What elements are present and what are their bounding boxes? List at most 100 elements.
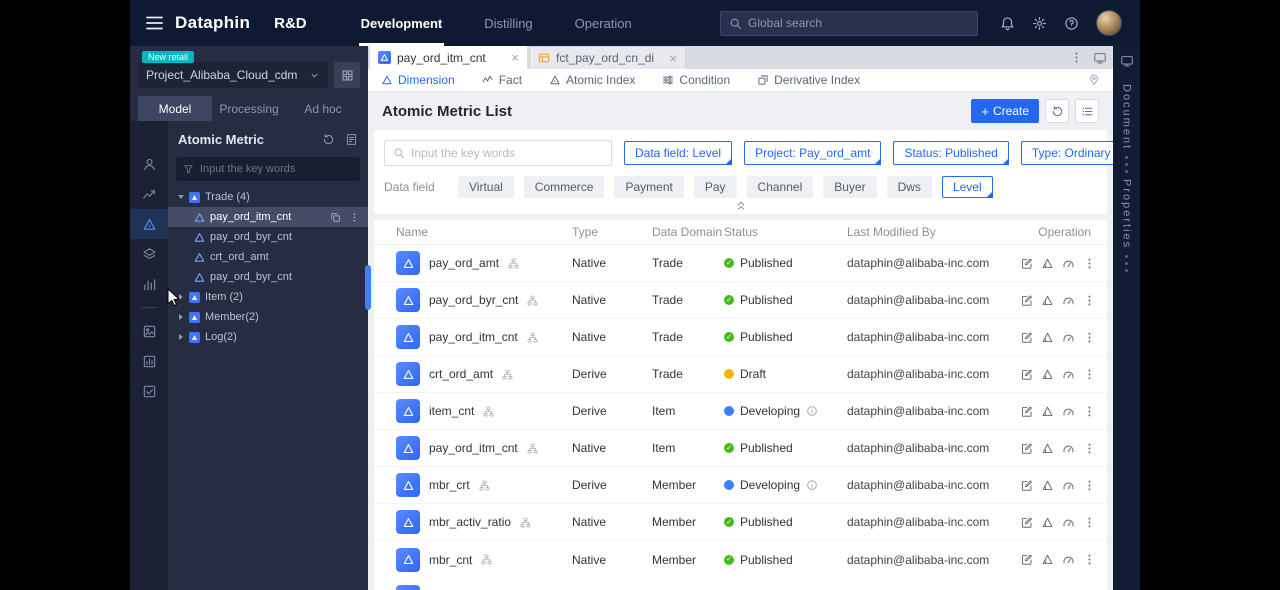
global-search[interactable] [720, 11, 978, 36]
pin-icon[interactable] [1088, 74, 1100, 86]
filter-chip[interactable]: Type: Ordinary dimension [1021, 141, 1113, 165]
doc-list-icon[interactable] [345, 133, 358, 146]
help-icon[interactable] [1064, 16, 1079, 31]
project-grid-button[interactable] [334, 62, 360, 88]
edit-icon[interactable] [1020, 331, 1033, 344]
bar-chart-icon[interactable] [130, 269, 168, 299]
metric-name[interactable]: pay_ord_amt [429, 256, 499, 270]
filter-chip[interactable]: Status: Published [893, 141, 1008, 165]
tree-search-input[interactable] [200, 163, 353, 175]
tree-item[interactable]: pay_ord_byr_cnt [168, 267, 368, 287]
caret-icon[interactable] [178, 195, 184, 199]
field-option[interactable]: Pay [694, 176, 737, 198]
caret-icon[interactable] [179, 334, 183, 340]
user-icon[interactable] [130, 149, 168, 179]
metric-detail-icon[interactable] [1041, 294, 1054, 307]
edit-icon[interactable] [1020, 516, 1033, 529]
table-row[interactable]: item_cnt Derive Item Developing dataphin… [374, 393, 1107, 430]
collapse-filters-control[interactable] [384, 198, 1097, 214]
panel-resize-handle[interactable] [365, 265, 371, 310]
right-tab-properties[interactable]: Properties [1121, 179, 1133, 249]
list-search-input[interactable] [411, 146, 603, 160]
nav-operation[interactable]: Operation [575, 0, 632, 46]
gauge-icon[interactable] [1062, 442, 1075, 455]
metric-name[interactable]: pay_ord_itm_cnt [429, 441, 518, 455]
subtab-condition[interactable]: Condition [662, 73, 730, 87]
project-selector[interactable]: Project_Alibaba_Cloud_cdm [138, 62, 328, 88]
tree-item[interactable]: pay_ord_byr_cnt [168, 227, 368, 247]
edit-icon[interactable] [1020, 405, 1033, 418]
metric-detail-icon[interactable] [1041, 405, 1054, 418]
metric-detail-icon[interactable] [1041, 479, 1054, 492]
more-icon[interactable] [1083, 516, 1096, 529]
atomic-metric-module-icon[interactable] [130, 209, 168, 239]
image-doc-icon[interactable] [130, 316, 168, 346]
refresh-icon[interactable] [322, 133, 335, 146]
field-option[interactable]: Dws [887, 176, 932, 198]
menu-icon[interactable] [146, 16, 163, 30]
monitor-icon[interactable] [1120, 54, 1134, 68]
copy-icon[interactable] [330, 212, 341, 223]
gauge-icon[interactable] [1062, 479, 1075, 492]
list-search[interactable] [384, 140, 612, 166]
gauge-icon[interactable] [1062, 368, 1075, 381]
gear-icon[interactable] [1032, 16, 1047, 31]
avatar[interactable] [1096, 10, 1122, 36]
field-option[interactable]: Level [942, 176, 993, 198]
tree-group[interactable]: Log(2) [168, 327, 368, 347]
table-row[interactable]: mbr_cnt Native Member Published dataphin… [374, 541, 1107, 578]
gauge-icon[interactable] [1062, 553, 1075, 566]
gauge-icon[interactable] [1062, 294, 1075, 307]
table-row[interactable]: pay_ord_itm_cnt Native Trade Published d… [374, 319, 1107, 356]
nav-development[interactable]: Development [361, 0, 443, 46]
metric-name[interactable]: crt_ord_amt [429, 367, 493, 381]
tree-group[interactable]: Member(2) [168, 307, 368, 327]
more-icon[interactable] [1083, 368, 1096, 381]
gauge-icon[interactable] [1062, 516, 1075, 529]
metric-name[interactable]: pay_ord_byr_cnt [429, 293, 518, 307]
tree-group[interactable]: Item (2) [168, 287, 368, 307]
close-icon[interactable]: × [669, 52, 677, 65]
table-row[interactable]: mbr_activ_ratio Native Member Published … [374, 504, 1107, 541]
edit-icon[interactable] [1020, 553, 1033, 566]
tab-model[interactable]: Model [138, 96, 212, 121]
info-icon[interactable] [806, 405, 818, 417]
subtab-atomic-index[interactable]: Atomic Index [549, 73, 635, 87]
more-icon[interactable] [1083, 479, 1096, 492]
more-icon[interactable] [1083, 405, 1096, 418]
subtab-derivative-index[interactable]: Derivative Index [757, 73, 860, 87]
monitor-icon[interactable] [1093, 51, 1107, 65]
tab-processing[interactable]: Processing [212, 96, 286, 121]
field-option[interactable]: Commerce [524, 176, 605, 198]
metric-detail-icon[interactable] [1041, 331, 1054, 344]
table-row[interactable]: pay_ord_byr_cnt Native Trade Published d… [374, 282, 1107, 319]
subtab-dimension[interactable]: Dimension [381, 73, 455, 87]
metric-detail-icon[interactable] [1041, 257, 1054, 270]
metric-detail-icon[interactable] [1041, 442, 1054, 455]
create-button[interactable]: +Create [971, 99, 1039, 123]
edit-icon[interactable] [1020, 294, 1033, 307]
more-icon[interactable] [1083, 257, 1096, 270]
tree-group[interactable]: Trade (4) [168, 187, 368, 207]
doc-tab-metric[interactable]: pay_ord_itm_cnt × [370, 46, 527, 69]
edit-icon[interactable] [1020, 257, 1033, 270]
metric-detail-icon[interactable] [1041, 368, 1054, 381]
metric-name[interactable]: mbr_crt [429, 478, 470, 492]
bell-icon[interactable] [1000, 16, 1015, 31]
gauge-icon[interactable] [1062, 405, 1075, 418]
info-icon[interactable] [806, 479, 818, 491]
more-icon[interactable] [1083, 331, 1096, 344]
more-icon[interactable] [1083, 553, 1096, 566]
field-option[interactable]: Payment [614, 176, 683, 198]
close-icon[interactable]: × [511, 51, 519, 64]
more-icon[interactable] [1083, 442, 1096, 455]
right-tab-document[interactable]: Document [1121, 84, 1133, 150]
subtab-fact[interactable]: Fact [482, 73, 522, 87]
edit-icon[interactable] [1020, 368, 1033, 381]
table-row[interactable]: pay_ord_itm_cnt Native Item Published da… [374, 430, 1107, 467]
check-doc-icon[interactable] [130, 376, 168, 406]
more-icon[interactable] [349, 212, 360, 223]
tree-search[interactable] [176, 157, 360, 181]
caret-icon[interactable] [179, 294, 183, 300]
metric-detail-icon[interactable] [1041, 516, 1054, 529]
